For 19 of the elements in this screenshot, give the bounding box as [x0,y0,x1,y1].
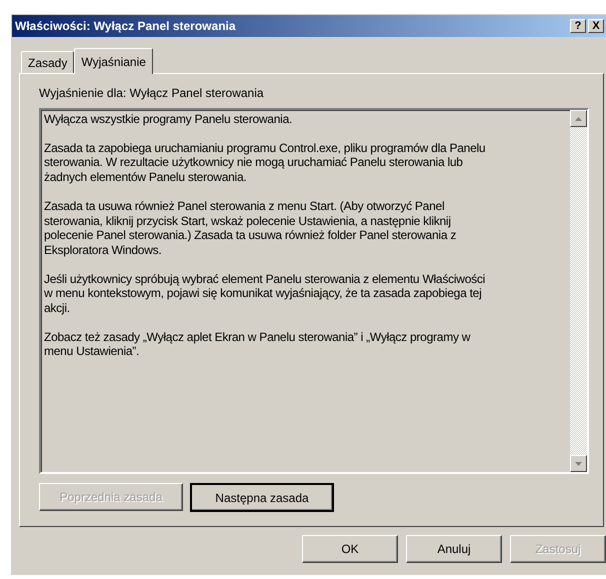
scrollbar[interactable] [570,110,587,472]
up-arrow-icon [575,116,582,120]
tab[interactable]: Wyjaśnianie [74,48,153,74]
explanation-paragraph: Zobacz też zasady „Wyłącz aplet Ekran w Panelu sterowania” i „Wyłącz programy w menu Ustawienia”. [44,330,472,360]
dialog-button[interactable]: OK [302,535,398,563]
dialog-button[interactable]: Anuluj [406,535,502,563]
explanation-label: Wyjaśnienie dla: Wyłącz Panel sterowania [39,86,265,100]
scroll-up-button[interactable] [570,110,587,127]
tab[interactable]: Zasady [21,51,74,73]
explanation-paragraph: Zasada ta usuwa również Panel sterowania z menu Start. (Aby otworzyć Panel sterowania, kliknij przycisk Start, wskaż polecenie Ustawienia, a następnie kliknij polecenie Panel sterowania.) Zasada ta usuwa również folder Panel sterowania z Eksploratora Windows. [44,198,458,258]
explanation-paragraph: Wyłącza wszystkie programy Panelu sterowania. [44,112,294,127]
down-arrow-icon [575,462,582,466]
window-title: Właściwości: Wyłącz Panel sterowania [15,19,237,33]
explanation-paragraph: Zasada ta zapobiega uruchamianiu programu Control.exe, pliku programów dla Panelu sterowania. W rezultacie użytkownicy nie mogą uruchamiać Panelu sterowania lub żadnych elementów Panelu sterowania. [44,140,486,185]
next-policy-button[interactable]: Następna zasada [190,483,334,512]
help-button[interactable]: ? [570,19,586,33]
scroll-down-button[interactable] [570,455,587,472]
explanation-paragraph: Jeśli użytkownicy spróbują wybrać element Panelu sterowania z elementu Właściwości w menu kontekstowym, pojawi się komunikat wyjaśniający, że ta zasada zapobiega tej akcji. [44,272,486,316]
close-button[interactable]: X [588,19,604,33]
